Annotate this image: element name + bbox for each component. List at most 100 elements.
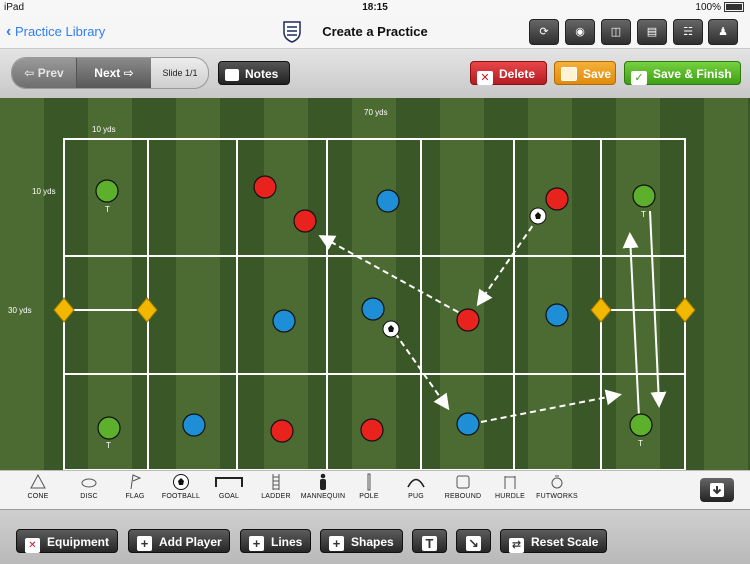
pass-arrow[interactable] [480, 389, 622, 423]
close-icon: ✕ [477, 71, 493, 85]
plus-icon: + [329, 536, 344, 551]
collapse-tray-button[interactable] [700, 478, 734, 502]
notes-label: Notes [245, 67, 279, 81]
slide-pager: ⇦ Prev Next ⇨ Slide 1/1 [11, 57, 209, 89]
player-blue[interactable] [272, 309, 296, 333]
fa-logo-icon[interactable]: ◉ [565, 19, 595, 45]
equipment-label: GOAL [218, 493, 240, 500]
users-icon[interactable]: ♟ [708, 19, 738, 45]
shapes-button[interactable]: + Shapes [320, 529, 403, 553]
player-red[interactable] [360, 418, 384, 442]
cone[interactable] [136, 297, 158, 323]
player-tag: T [106, 441, 111, 450]
shapes-label: Shapes [351, 535, 394, 549]
document-icon[interactable]: ▤ [637, 19, 667, 45]
chevron-left-icon: ‹ [6, 23, 12, 40]
pitch-canvas[interactable]: 70 yds 10 yds 10 yds 30 yds T T T T [0, 98, 750, 470]
equipment-pole[interactable]: POLE [346, 471, 392, 509]
run-arrow[interactable] [649, 210, 667, 408]
run-arrow[interactable] [622, 232, 640, 418]
battery-status: 100% [695, 2, 744, 13]
equipment-hurdle[interactable]: HURDLE [487, 471, 533, 509]
football-icon[interactable] [382, 320, 400, 338]
ladder-icon [272, 474, 280, 490]
disc-icon [81, 478, 97, 488]
player-green[interactable] [95, 179, 119, 203]
equipment-cone[interactable]: CONE [15, 471, 61, 509]
plus-icon: + [137, 536, 152, 551]
equipment-ladder[interactable]: LADDER [253, 471, 299, 509]
equipment-button[interactable]: ✕ Equipment [16, 529, 118, 553]
player-tag: T [641, 210, 646, 219]
goal-icon [215, 477, 243, 487]
delete-button[interactable]: ✕ Delete [470, 61, 547, 85]
player-red[interactable] [545, 187, 569, 211]
player-blue[interactable] [545, 303, 569, 327]
add-player-button[interactable]: + Add Player [128, 529, 230, 553]
prev-button[interactable]: ⇦ Prev [12, 58, 76, 88]
history-icon[interactable]: ⟳ [529, 19, 559, 45]
save-button[interactable]: Save [554, 61, 616, 85]
arrow-left-icon: ⇦ [24, 66, 35, 80]
player-red[interactable] [293, 209, 317, 233]
equipment-label: FLAG [125, 493, 145, 500]
text-tool-button[interactable]: T [412, 529, 447, 553]
player-green[interactable] [629, 413, 653, 437]
crest-icon [283, 21, 301, 43]
cone[interactable] [590, 297, 612, 323]
grid-col-label: 10 yds [92, 125, 116, 134]
equipment-pug[interactable]: PUG [393, 471, 439, 509]
football-icon[interactable] [529, 207, 547, 225]
player-blue[interactable] [376, 189, 400, 213]
finish-label: Save & Finish [653, 67, 732, 81]
pointer-icon: ↘ [466, 536, 481, 551]
equipment-label: Equipment [47, 535, 109, 549]
reset-scale-button[interactable]: ⇄ Reset Scale [500, 529, 607, 553]
mannequin-icon [320, 473, 326, 490]
player-blue[interactable] [361, 297, 385, 321]
equipment-label: PUG [408, 493, 424, 500]
select-tool-button[interactable]: ↘ [456, 529, 491, 553]
hurdle-icon [504, 476, 516, 489]
players [95, 175, 656, 443]
equipment-goal[interactable]: GOAL [206, 471, 252, 509]
rebound-icon [456, 475, 470, 489]
check-icon: ✓ [631, 71, 647, 85]
player-red[interactable] [253, 175, 277, 199]
cone-icon [30, 474, 46, 489]
cone[interactable] [53, 297, 75, 323]
back-button[interactable]: ‹ Practice Library [6, 23, 105, 41]
reset-label: Reset Scale [531, 535, 599, 549]
pug-goal-icon [407, 478, 425, 488]
next-button[interactable]: Next ⇨ [76, 58, 151, 88]
equipment-label: FOOTBALL [161, 493, 201, 500]
equipment-label: MANNEQUIN [300, 493, 346, 500]
save-icon [561, 67, 577, 81]
equipment-mannequin[interactable]: MANNEQUIN [300, 471, 346, 509]
save-finish-button[interactable]: ✓ Save & Finish [624, 61, 741, 85]
equipment-rebound[interactable]: REBOUND [440, 471, 486, 509]
player-red[interactable] [456, 308, 480, 332]
player-blue[interactable] [456, 412, 480, 436]
player-green[interactable] [632, 184, 656, 208]
notes-button[interactable]: Notes [218, 61, 290, 85]
lines-button[interactable]: + Lines [240, 529, 311, 553]
player-blue[interactable] [182, 413, 206, 437]
cone[interactable] [674, 297, 696, 323]
equipment-football[interactable]: FOOTBALL [158, 471, 204, 509]
equipment-disc[interactable]: DISC [66, 471, 112, 509]
player-green[interactable] [97, 416, 121, 440]
flag-icon [130, 474, 142, 490]
pass-arrow[interactable] [476, 217, 539, 307]
equipment-label: LADDER [261, 493, 291, 500]
tournament-icon[interactable]: ☵ [673, 19, 703, 45]
plus-icon: + [249, 536, 264, 551]
player-red[interactable] [270, 419, 294, 443]
equipment-flag[interactable]: FLAG [112, 471, 158, 509]
equipment-futworks[interactable]: FUTWORKS [534, 471, 580, 509]
clipboard-icon[interactable]: ◫ [601, 19, 631, 45]
pass-arrow[interactable] [318, 235, 468, 318]
grid-row-label: 10 yds [32, 187, 56, 196]
next-label: Next [94, 66, 121, 80]
arrow-down-icon [710, 483, 724, 497]
